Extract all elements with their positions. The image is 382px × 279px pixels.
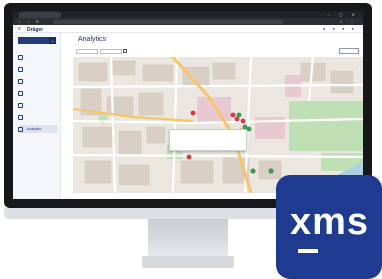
checkbox[interactable] <box>123 49 127 53</box>
header-icons[interactable]: ● ● ● ● <box>323 26 357 31</box>
sidebar-item-3[interactable] <box>18 77 58 85</box>
chevron-down-icon[interactable]: ⌄ <box>49 37 56 44</box>
sidebar-item-label: Analytics <box>27 127 42 131</box>
sidebar-item-1[interactable] <box>18 53 58 61</box>
window-controls[interactable]: – ▢ ✕ <box>327 12 359 17</box>
sidebar-item-2[interactable] <box>18 65 58 73</box>
product-scene: – ▢ ✕ ‹ › ↻ ☆ ⋮ ≡ Dräger ● ● ● ● ⌄ Analy… <box>0 0 382 279</box>
page-title: Analytics <box>78 36 107 43</box>
menu-icon[interactable]: ≡ <box>18 26 21 32</box>
monitor-screen: – ▢ ✕ ‹ › ↻ ☆ ⋮ ≡ Dräger ● ● ● ● ⌄ Analy… <box>13 11 363 199</box>
date-to-input[interactable] <box>100 49 122 54</box>
app-header: ≡ Dräger ● ● ● ● <box>13 25 363 33</box>
xms-logo-badge: xms <box>276 175 382 279</box>
xms-logo-text: xms <box>290 201 370 243</box>
browser-tab-title <box>19 12 61 14</box>
building-icon <box>18 54 23 60</box>
sidebar: ⌄ Analytics <box>13 33 61 199</box>
monitor-stand-base <box>142 256 234 268</box>
brand-logo: Dräger <box>27 26 44 33</box>
calendar-icon <box>18 78 23 84</box>
sidebar-item-5[interactable] <box>18 101 58 109</box>
map[interactable] <box>73 57 363 193</box>
device-icon <box>18 66 23 72</box>
date-from-input[interactable] <box>76 49 98 54</box>
list-icon <box>18 114 23 120</box>
filter-checkbox[interactable] <box>123 49 129 53</box>
address-bar[interactable] <box>53 19 283 24</box>
xms-logo-bar <box>298 249 318 253</box>
sidebar-item-4[interactable] <box>18 89 58 97</box>
sidebar-item-analytics[interactable]: Analytics <box>18 125 58 133</box>
sidebar-item-6[interactable] <box>18 113 58 121</box>
browser-tabbar: – ▢ ✕ <box>13 11 363 18</box>
browser-extension-icons[interactable]: ☆ ⋮ <box>339 19 357 24</box>
map-canvas <box>73 57 363 193</box>
chart-icon <box>18 126 23 132</box>
browser-toolbar: ‹ › ↻ ☆ ⋮ <box>13 18 363 25</box>
document-icon <box>18 102 23 108</box>
reset-button[interactable] <box>339 48 359 54</box>
calendar-icon <box>18 90 23 96</box>
browser-nav-icons[interactable]: ‹ › ↻ <box>19 19 42 24</box>
site-select[interactable]: ⌄ <box>18 37 56 44</box>
map-popup <box>169 129 247 151</box>
monitor-stand-neck <box>148 219 228 259</box>
